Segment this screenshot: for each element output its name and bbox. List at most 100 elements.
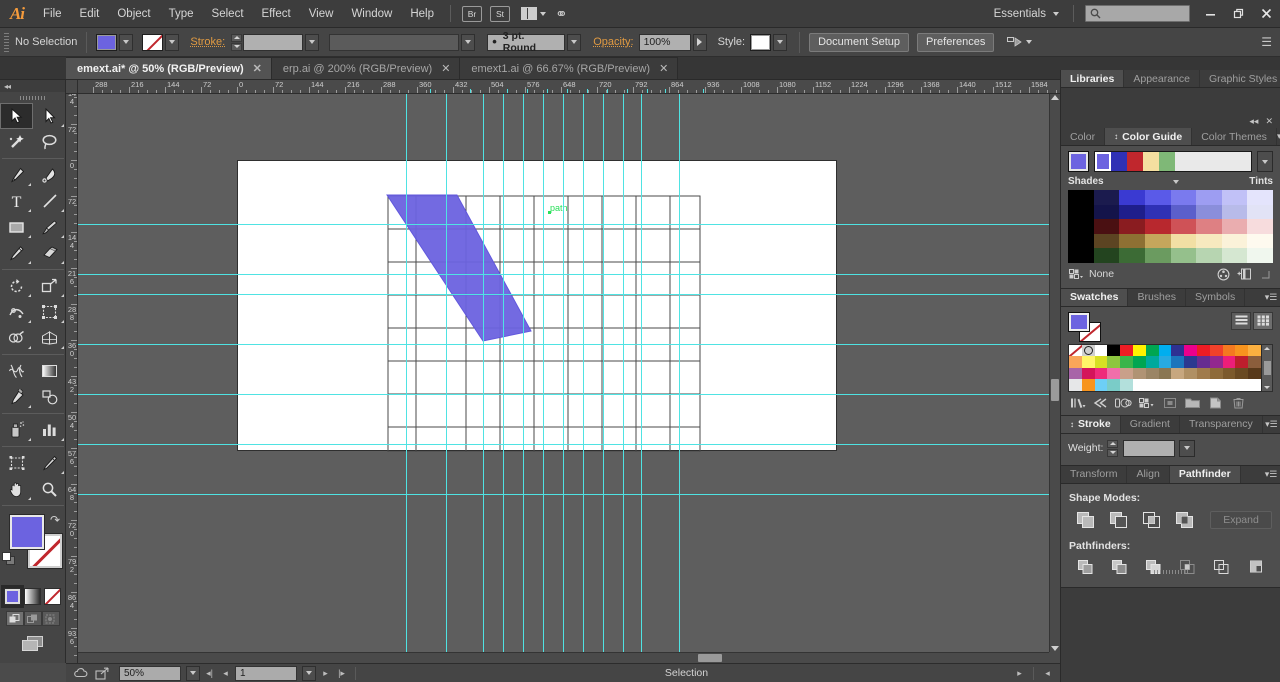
- horizontal-ruler[interactable]: 288 216 144 72 0 72 144 216 288 360 432 504 576 648 72…: [78, 80, 1060, 94]
- color-link-icon[interactable]: [1089, 396, 1112, 410]
- menu-type[interactable]: Type: [160, 0, 203, 28]
- vertical-guide[interactable]: [623, 94, 624, 652]
- list-view-button[interactable]: [1231, 311, 1251, 330]
- swatch-color[interactable]: [1107, 379, 1121, 391]
- tool-perspective-grid[interactable]: [33, 325, 66, 351]
- swatch-color[interactable]: [1209, 367, 1223, 380]
- swatch-color[interactable]: [1235, 367, 1249, 380]
- swatch-color[interactable]: [1171, 367, 1185, 380]
- swatch-color[interactable]: [1120, 367, 1133, 380]
- exclude-icon[interactable]: [1168, 509, 1201, 531]
- tab-graphic-styles[interactable]: Graphic Styles: [1200, 70, 1280, 87]
- swatch-color[interactable]: [1197, 367, 1210, 380]
- tool-selection[interactable]: [0, 103, 33, 129]
- first-artboard-button[interactable]: ◂|: [203, 666, 216, 681]
- arrange-documents-button[interactable]: [521, 7, 546, 20]
- tab-pathfinder[interactable]: Pathfinder: [1169, 465, 1241, 483]
- fill-color-swatch[interactable]: [9, 514, 45, 550]
- swatch-color[interactable]: [1248, 356, 1261, 368]
- tool-scale[interactable]: [33, 273, 66, 299]
- stock-button[interactable]: St: [490, 5, 510, 22]
- color-variation-swatch[interactable]: [1196, 219, 1222, 234]
- document-viewport[interactable]: path: [78, 94, 1049, 652]
- swatch-color[interactable]: [1094, 356, 1108, 368]
- stroke-dropdown-button[interactable]: [165, 33, 180, 51]
- draw-inside-button[interactable]: [41, 611, 60, 626]
- swatch-color[interactable]: [1145, 367, 1159, 380]
- stroke-profile-dropdown[interactable]: [461, 33, 476, 51]
- toolbar-grip[interactable]: [0, 92, 65, 103]
- tool-curvature[interactable]: [33, 162, 66, 188]
- swatch-color[interactable]: [1184, 356, 1197, 368]
- stroke-swatch-none[interactable]: [142, 33, 164, 51]
- next-artboard-button[interactable]: ▸: [319, 666, 332, 681]
- tab-swatches[interactable]: Swatches: [1061, 288, 1129, 306]
- ruler-corner[interactable]: [66, 80, 78, 94]
- swatch-color[interactable]: [1120, 379, 1133, 391]
- opacity-dropdown[interactable]: [692, 33, 707, 51]
- color-variation-swatch[interactable]: [1093, 204, 1120, 219]
- tool-lasso[interactable]: [33, 129, 66, 155]
- swatch-color[interactable]: [1069, 367, 1082, 380]
- vertical-guide[interactable]: [406, 94, 407, 652]
- bridge-button[interactable]: Br: [462, 5, 482, 22]
- tab-symbols[interactable]: Symbols: [1185, 288, 1246, 306]
- limit-color-group-icon[interactable]: [1068, 268, 1083, 281]
- swatch-color[interactable]: [1209, 344, 1223, 357]
- tab-close-icon[interactable]: ✕: [441, 62, 450, 75]
- status-menu-button[interactable]: ▸: [1013, 666, 1026, 681]
- brush-definition-field[interactable]: • 3 pt. Round: [487, 30, 566, 54]
- variation-dropdown-icon[interactable]: [1173, 179, 1180, 184]
- artboard-number-field[interactable]: 1: [235, 665, 297, 681]
- swatch-color[interactable]: [1081, 367, 1095, 380]
- swatch-color[interactable]: [1235, 379, 1249, 391]
- stroke-color-control[interactable]: [142, 33, 180, 51]
- color-variation-swatch[interactable]: [1247, 248, 1273, 263]
- swatch-none[interactable]: [1069, 344, 1082, 357]
- swatch-color[interactable]: [1184, 344, 1197, 357]
- minimize-button[interactable]: [1196, 0, 1224, 28]
- restore-button[interactable]: [1224, 0, 1252, 28]
- close-panel-icon[interactable]: ✕: [1265, 116, 1273, 127]
- scroll-down-icon[interactable]: [1051, 646, 1059, 651]
- color-variation-swatch[interactable]: [1170, 233, 1197, 248]
- tool-direct-selection[interactable]: [33, 103, 66, 129]
- vertical-guide[interactable]: [503, 94, 504, 652]
- tool-magic-wand[interactable]: [0, 129, 33, 155]
- tool-artboard[interactable]: [0, 450, 33, 476]
- grid-view-button[interactable]: [1253, 311, 1273, 330]
- swatch-color[interactable]: [1158, 367, 1172, 380]
- tool-free-transform[interactable]: [33, 299, 66, 325]
- document-tab-erp[interactable]: erp.ai @ 200% (RGB/Preview) ✕: [271, 57, 461, 79]
- color-variation-swatch[interactable]: [1170, 204, 1197, 219]
- color-variation-swatch[interactable]: [1068, 204, 1094, 219]
- share-icon[interactable]: [93, 666, 112, 681]
- menu-view[interactable]: View: [300, 0, 343, 28]
- style-swatch[interactable]: [750, 33, 772, 51]
- weight-field[interactable]: [1123, 439, 1176, 457]
- close-button[interactable]: [1252, 0, 1280, 28]
- style-dropdown[interactable]: [773, 33, 788, 51]
- color-variation-swatch[interactable]: [1119, 248, 1145, 263]
- horizontal-scroll-thumb[interactable]: [698, 654, 722, 662]
- swatch-color[interactable]: [1133, 367, 1146, 380]
- control-bar-grip[interactable]: [4, 32, 9, 52]
- color-variation-swatch[interactable]: [1196, 190, 1222, 205]
- dock-resize-grip[interactable]: [1061, 568, 1280, 576]
- fill-color-control[interactable]: [96, 33, 134, 51]
- opacity-label[interactable]: Opacity:: [593, 36, 633, 48]
- swatch-options-icon[interactable]: [1158, 396, 1181, 410]
- vertical-guide[interactable]: [523, 94, 524, 652]
- swatch-color[interactable]: [1120, 356, 1133, 368]
- document-setup-button[interactable]: Document Setup: [809, 32, 910, 52]
- color-variation-swatch[interactable]: [1170, 219, 1197, 234]
- swatches-fill-stroke-indicator[interactable]: [1068, 311, 1104, 342]
- swatch-color[interactable]: [1133, 344, 1146, 357]
- color-variation-swatch[interactable]: [1221, 248, 1248, 263]
- color-variation-swatch[interactable]: [1093, 190, 1120, 205]
- color-variation-swatch[interactable]: [1196, 233, 1222, 248]
- tab-close-icon[interactable]: ✕: [253, 62, 262, 75]
- swatch-color[interactable]: [1197, 356, 1210, 368]
- menu-edit[interactable]: Edit: [71, 0, 109, 28]
- swatch-color[interactable]: [1133, 379, 1146, 391]
